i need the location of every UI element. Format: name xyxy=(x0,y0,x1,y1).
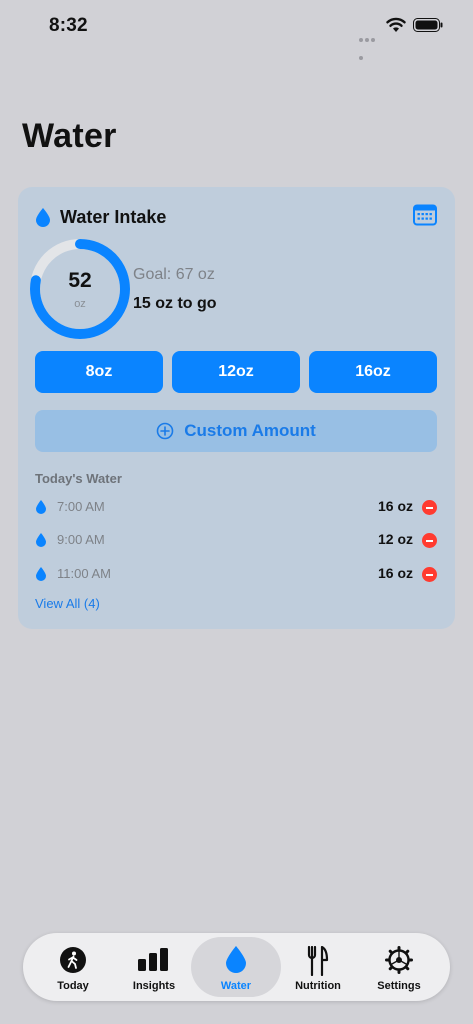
add-8oz-button[interactable]: 8oz xyxy=(35,351,163,393)
gear-icon xyxy=(385,946,413,974)
wifi-icon xyxy=(386,17,406,32)
water-entry: 7:00 AM 16 oz xyxy=(35,497,437,519)
tab-today[interactable]: Today xyxy=(31,937,115,997)
entry-amount: 12 oz xyxy=(377,531,413,547)
entry-time: 11:00 AM xyxy=(57,566,111,581)
custom-amount-label: Custom Amount xyxy=(184,421,316,440)
delete-entry-button[interactable] xyxy=(422,567,437,582)
water-entry: 11:00 AM 16 oz xyxy=(35,564,437,586)
consumed-value: 52 xyxy=(68,269,92,292)
tab-label: Insights xyxy=(132,980,176,992)
status-time: 8:32 xyxy=(49,15,88,36)
battery-icon xyxy=(413,18,443,32)
tab-label: Today xyxy=(57,980,89,992)
add-16oz-button[interactable]: 16oz xyxy=(309,351,437,393)
view-all-link[interactable]: View All (4) xyxy=(35,596,100,611)
water-entry: 9:00 AM 12 oz xyxy=(35,530,437,552)
card-header: Water Intake xyxy=(36,205,166,229)
water-drop-icon xyxy=(36,500,46,514)
consumed-unit: oz xyxy=(74,298,86,310)
page-title: Water xyxy=(22,117,117,155)
custom-amount-button[interactable]: Custom Amount xyxy=(35,410,437,452)
entry-time: 7:00 AM xyxy=(57,499,105,514)
tab-bar: Today Insights Water Nutrition Settings xyxy=(23,933,450,1001)
entry-amount: 16 oz xyxy=(377,498,413,514)
bar-chart-icon xyxy=(138,948,168,971)
tab-label: Settings xyxy=(377,980,421,992)
add-12oz-button[interactable]: 12oz xyxy=(172,351,300,393)
delete-entry-button[interactable] xyxy=(422,533,437,548)
goal-text: Goal: 67 oz xyxy=(133,266,215,283)
tab-settings[interactable]: Settings xyxy=(357,937,441,997)
remaining-text: 15 oz to go xyxy=(133,295,217,312)
entry-time: 9:00 AM xyxy=(57,532,105,547)
fork-knife-icon xyxy=(307,946,329,976)
water-drop-icon xyxy=(36,533,46,547)
status-bar: 8:32 xyxy=(0,0,473,60)
calendar-icon[interactable] xyxy=(413,204,437,226)
entry-amount: 16 oz xyxy=(377,565,413,581)
tab-nutrition[interactable]: Nutrition xyxy=(276,937,360,997)
tab-label: Nutrition xyxy=(295,980,341,992)
signal-icon xyxy=(359,29,381,60)
water-drop-icon xyxy=(36,567,46,581)
tab-water[interactable]: Water xyxy=(191,937,281,997)
water-intake-card: Water Intake 52 oz Goal: 67 oz 15 oz to … xyxy=(18,187,455,629)
tab-label: Water xyxy=(220,980,252,992)
delete-entry-button[interactable] xyxy=(422,500,437,515)
figure-walk-icon xyxy=(60,947,86,973)
plus-circle-icon xyxy=(156,422,174,440)
water-drop-icon xyxy=(36,207,50,227)
tab-insights[interactable]: Insights xyxy=(112,937,196,997)
water-drop-icon xyxy=(226,946,246,973)
todays-water-heading: Today's Water xyxy=(35,471,122,486)
card-title: Water Intake xyxy=(60,206,167,227)
